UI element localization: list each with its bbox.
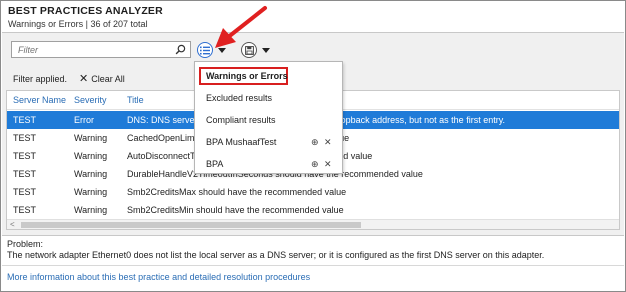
table-row[interactable]: TEST Warning Smb2CreditsMin should have …	[7, 201, 619, 219]
clear-all-label: Clear All	[91, 74, 125, 84]
menu-item-compliant-results[interactable]: Compliant results	[195, 110, 342, 130]
annotation-arrow-icon	[215, 6, 267, 48]
severity-cell: Warning	[74, 133, 108, 143]
panel-header: BEST PRACTICES ANALYZER Warnings or Erro…	[2, 2, 624, 32]
filter-box[interactable]	[11, 41, 191, 58]
close-icon: ✕	[79, 72, 89, 85]
problem-label: Problem:	[7, 239, 44, 249]
search-icon[interactable]	[175, 44, 186, 55]
menu-item-label: Warnings or Errors	[206, 71, 288, 81]
menu-item-label: BPA	[206, 159, 224, 169]
severity-cell: Warning	[74, 151, 108, 161]
result-summary: Warnings or Errors | 36 of 207 total	[8, 19, 148, 29]
server-name-cell: TEST	[13, 187, 37, 197]
server-name-cell: TEST	[13, 115, 37, 125]
menu-item-label: Compliant results	[206, 115, 276, 125]
menu-item-label: BPA MushaafTest	[206, 137, 277, 147]
menu-item-bpa[interactable]: BPA ⊕ ✕	[195, 154, 342, 174]
close-icon[interactable]: ✕	[324, 159, 332, 170]
menu-item-warnings-or-errors[interactable]: Warnings or Errors	[195, 66, 342, 86]
title-cell: Smb2CreditsMin should have the recommend…	[127, 205, 344, 215]
filter-status: Filter applied.	[13, 74, 68, 84]
menu-item-excluded-results[interactable]: Excluded results	[195, 88, 342, 108]
severity-cell: Warning	[74, 205, 108, 215]
server-name-cell: TEST	[13, 169, 37, 179]
severity-cell: Warning	[74, 187, 108, 197]
server-name-cell: TEST	[13, 205, 37, 215]
scroll-left-icon[interactable]: <	[10, 220, 15, 229]
table-row[interactable]: TEST Warning Smb2CreditsMax should have …	[7, 183, 619, 201]
problem-divider	[2, 235, 624, 236]
more-info-link[interactable]: More information about this best practic…	[7, 272, 310, 282]
menu-item-label: Excluded results	[206, 93, 273, 103]
scrollbar-thumb[interactable]	[21, 222, 361, 228]
pin-icon[interactable]: ⊕	[311, 159, 319, 170]
close-icon[interactable]: ✕	[324, 137, 332, 148]
column-header-severity[interactable]: Severity	[74, 95, 107, 105]
filter-input[interactable]	[12, 42, 172, 57]
menu-item-bpa-mushaaftest[interactable]: BPA MushaafTest ⊕ ✕	[195, 132, 342, 152]
page-title: BEST PRACTICES ANALYZER	[8, 5, 163, 17]
filter-dropdown-menu: Warnings or Errors Excluded results Comp…	[194, 61, 343, 174]
title-cell: Smb2CreditsMax should have the recommend…	[127, 187, 347, 197]
bpa-panel: BEST PRACTICES ANALYZER Warnings or Erro…	[0, 0, 626, 292]
severity-cell: Error	[74, 115, 94, 125]
server-name-cell: TEST	[13, 151, 37, 161]
column-header-title[interactable]: Title	[127, 95, 144, 105]
pin-icon[interactable]: ⊕	[311, 137, 319, 148]
column-header-server-name[interactable]: Server Name	[13, 95, 66, 105]
link-divider	[2, 265, 624, 266]
problem-description: The network adapter Ethernet0 does not l…	[7, 250, 545, 260]
server-name-cell: TEST	[13, 133, 37, 143]
clear-all-button[interactable]: ✕ Clear All	[79, 72, 125, 85]
horizontal-scrollbar[interactable]: <	[7, 219, 619, 229]
severity-cell: Warning	[74, 169, 108, 179]
